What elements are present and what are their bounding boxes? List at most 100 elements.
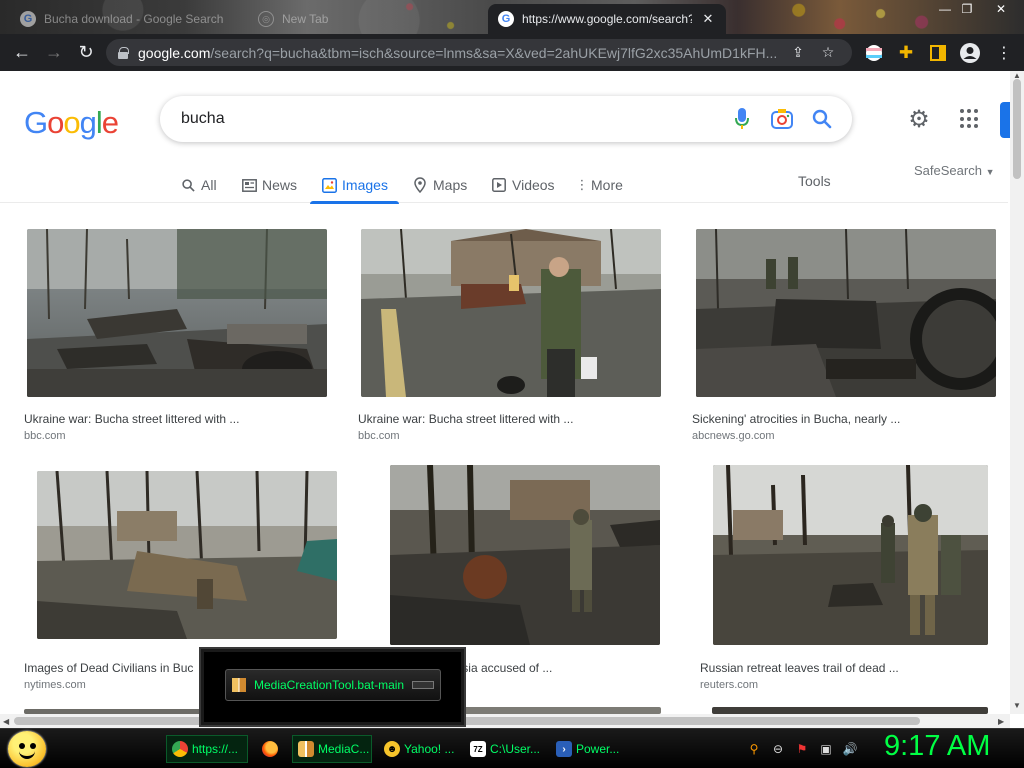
taskbar-item-firefox[interactable]: [256, 735, 284, 763]
close-window-button[interactable]: ✕: [990, 0, 1012, 18]
reload-button[interactable]: ↻: [72, 38, 100, 66]
result-thumbnail[interactable]: [37, 471, 337, 639]
safesearch-dropdown[interactable]: SafeSearch ▼: [914, 163, 994, 178]
image-result[interactable]: Ukraine war: Bucha street littered with …: [358, 229, 668, 444]
tray-network-icon[interactable]: ▣: [818, 741, 834, 757]
tray-minus-icon[interactable]: ⊖: [770, 741, 786, 757]
image-result[interactable]: Sickening' atrocities in Bucha, nearly .…: [692, 229, 1002, 444]
tab-label: More: [591, 177, 623, 193]
result-title[interactable]: Sickening' atrocities in Bucha, nearly .…: [692, 412, 997, 426]
taskbar-item-7zip[interactable]: 7Z C:\User...: [464, 735, 544, 763]
search-box[interactable]: bucha: [160, 96, 852, 142]
result-thumbnail-partial[interactable]: [456, 707, 661, 714]
image-result[interactable]: Russian retreat leaves trail of dead ...…: [700, 465, 1010, 691]
side-panel-icon[interactable]: [928, 43, 948, 63]
tools-button[interactable]: Tools: [798, 173, 831, 189]
horizontal-scroll-thumb[interactable]: [14, 717, 920, 725]
profile-avatar-icon[interactable]: [960, 43, 980, 63]
tab-title: Bucha download - Google Search: [44, 12, 224, 26]
tray-flag-icon[interactable]: ⚑: [794, 741, 810, 757]
share-icon[interactable]: ⇪: [788, 44, 808, 61]
address-bar[interactable]: google.com/search?q=bucha&tbm=isch&sourc…: [106, 39, 852, 66]
tab-videos[interactable]: Videos: [491, 167, 555, 203]
sign-in-button[interactable]: [1000, 102, 1010, 138]
result-title[interactable]: Images of Dead Civilians in Buc: [24, 661, 204, 675]
tab-google-search[interactable]: G Bucha download - Google Search: [10, 4, 242, 34]
taskbar-item-yahoo[interactable]: ☻ Yahoo! ...: [378, 735, 460, 763]
google-logo[interactable]: Google: [24, 105, 119, 141]
tab-news[interactable]: News: [241, 167, 297, 203]
extension-flag-icon[interactable]: [864, 43, 884, 63]
preview-window-title[interactable]: MediaCreationTool.bat-main: [225, 669, 441, 701]
vertical-scrollbar[interactable]: ▲ ▼: [1010, 71, 1024, 714]
result-title[interactable]: Russian retreat leaves trail of dead ...: [700, 661, 1005, 675]
tab-all[interactable]: All: [180, 167, 217, 203]
tab-label: All: [201, 177, 217, 193]
result-thumbnail[interactable]: [696, 229, 996, 397]
restore-button[interactable]: ❐: [956, 0, 978, 18]
tab-maps[interactable]: Maps: [412, 167, 467, 203]
tab-new-tab[interactable]: ◎ New Tab: [248, 4, 480, 34]
result-source[interactable]: bbc.com: [24, 430, 66, 442]
result-thumbnail[interactable]: [361, 229, 661, 397]
url-text[interactable]: google.com/search?q=bucha&tbm=isch&sourc…: [138, 45, 778, 61]
safesearch-label: SafeSearch: [914, 163, 982, 178]
browser-menu-icon[interactable]: ⋮: [994, 43, 1014, 63]
tab-images[interactable]: Images: [310, 167, 399, 204]
result-source[interactable]: bbc.com: [358, 430, 400, 442]
result-thumbnail[interactable]: [27, 229, 327, 397]
taskbar-item-label: Power...: [576, 742, 620, 756]
tab-active-google[interactable]: G https://www.google.com/search?q=bucha&…: [488, 4, 726, 34]
taskbar-preview-popup[interactable]: MediaCreationTool.bat-main: [199, 647, 466, 727]
bookmark-star-icon[interactable]: ☆: [818, 44, 838, 61]
start-button-smiley-icon[interactable]: [8, 731, 46, 767]
taskbar: https://... MediaC... ☻ Yahoo! ... 7Z C:…: [0, 728, 1024, 768]
taskbar-clock[interactable]: 9:17 AM: [884, 730, 990, 763]
result-source[interactable]: reuters.com: [700, 679, 758, 691]
scroll-left-arrow-icon[interactable]: ◀: [3, 717, 9, 726]
scroll-right-arrow-icon[interactable]: ▶: [998, 717, 1004, 726]
back-button[interactable]: ←: [8, 38, 36, 66]
lock-icon[interactable]: [118, 46, 129, 59]
google-favicon-icon: G: [20, 11, 36, 27]
google-apps-grid-icon[interactable]: [960, 109, 980, 129]
result-source[interactable]: abcnews.go.com: [692, 430, 775, 442]
search-input[interactable]: bucha: [181, 110, 722, 128]
minimize-button[interactable]: —: [934, 0, 956, 18]
voice-search-mic-icon[interactable]: [722, 99, 762, 139]
tray-volume-icon[interactable]: 🔊: [842, 741, 858, 757]
horizontal-scrollbar[interactable]: ◀ ▶: [0, 714, 1010, 728]
result-title[interactable]: Ukraine war: Bucha street littered with …: [358, 412, 663, 426]
google-images-page: Google bucha ⚙ All News Images Maps Vide…: [0, 71, 1010, 714]
scroll-down-arrow-icon[interactable]: ▼: [1013, 701, 1021, 710]
powershell-icon: ›: [556, 741, 572, 757]
taskbar-item-powershell[interactable]: › Power...: [550, 735, 630, 763]
chrome-icon: [172, 741, 188, 757]
tray-search-icon[interactable]: ⚲: [746, 741, 762, 757]
extensions-puzzle-icon[interactable]: ✚: [896, 43, 916, 63]
taskbar-item-label: https://...: [192, 742, 239, 756]
tab-more[interactable]: ⋮ More: [575, 167, 623, 203]
more-dots-icon: ⋮: [575, 177, 589, 192]
search-icon: [180, 177, 196, 193]
search-submit-icon[interactable]: [802, 99, 842, 139]
tab-label: Videos: [512, 177, 555, 193]
result-thumbnail[interactable]: [390, 465, 660, 645]
yahoo-smiley-icon: ☻: [384, 741, 400, 757]
video-play-icon: [491, 177, 507, 193]
result-thumbnail-partial[interactable]: [712, 707, 988, 714]
taskbar-item-mediacreation[interactable]: MediaC...: [292, 735, 372, 763]
result-thumbnail[interactable]: [713, 465, 988, 645]
result-source[interactable]: nytimes.com: [24, 679, 86, 691]
url-path: /search?q=bucha&tbm=isch&source=lnms&sa=…: [210, 44, 778, 61]
browser-toolbar: ← → ↻ google.com/search?q=bucha&tbm=isch…: [0, 34, 1024, 71]
settings-gear-icon[interactable]: ⚙: [906, 106, 932, 133]
taskbar-item-chrome[interactable]: https://...: [166, 735, 248, 763]
browser-titlebar: G Bucha download - Google Search ◎ New T…: [0, 0, 1024, 34]
forward-button[interactable]: →: [40, 38, 68, 66]
lens-camera-icon[interactable]: [762, 99, 802, 139]
vertical-scroll-thumb[interactable]: [1013, 79, 1021, 179]
result-title[interactable]: Ukraine war: Bucha street littered with …: [24, 412, 329, 426]
image-result[interactable]: Ukraine war: Bucha street littered with …: [24, 229, 334, 444]
close-tab-icon[interactable]: ✕: [700, 11, 716, 27]
